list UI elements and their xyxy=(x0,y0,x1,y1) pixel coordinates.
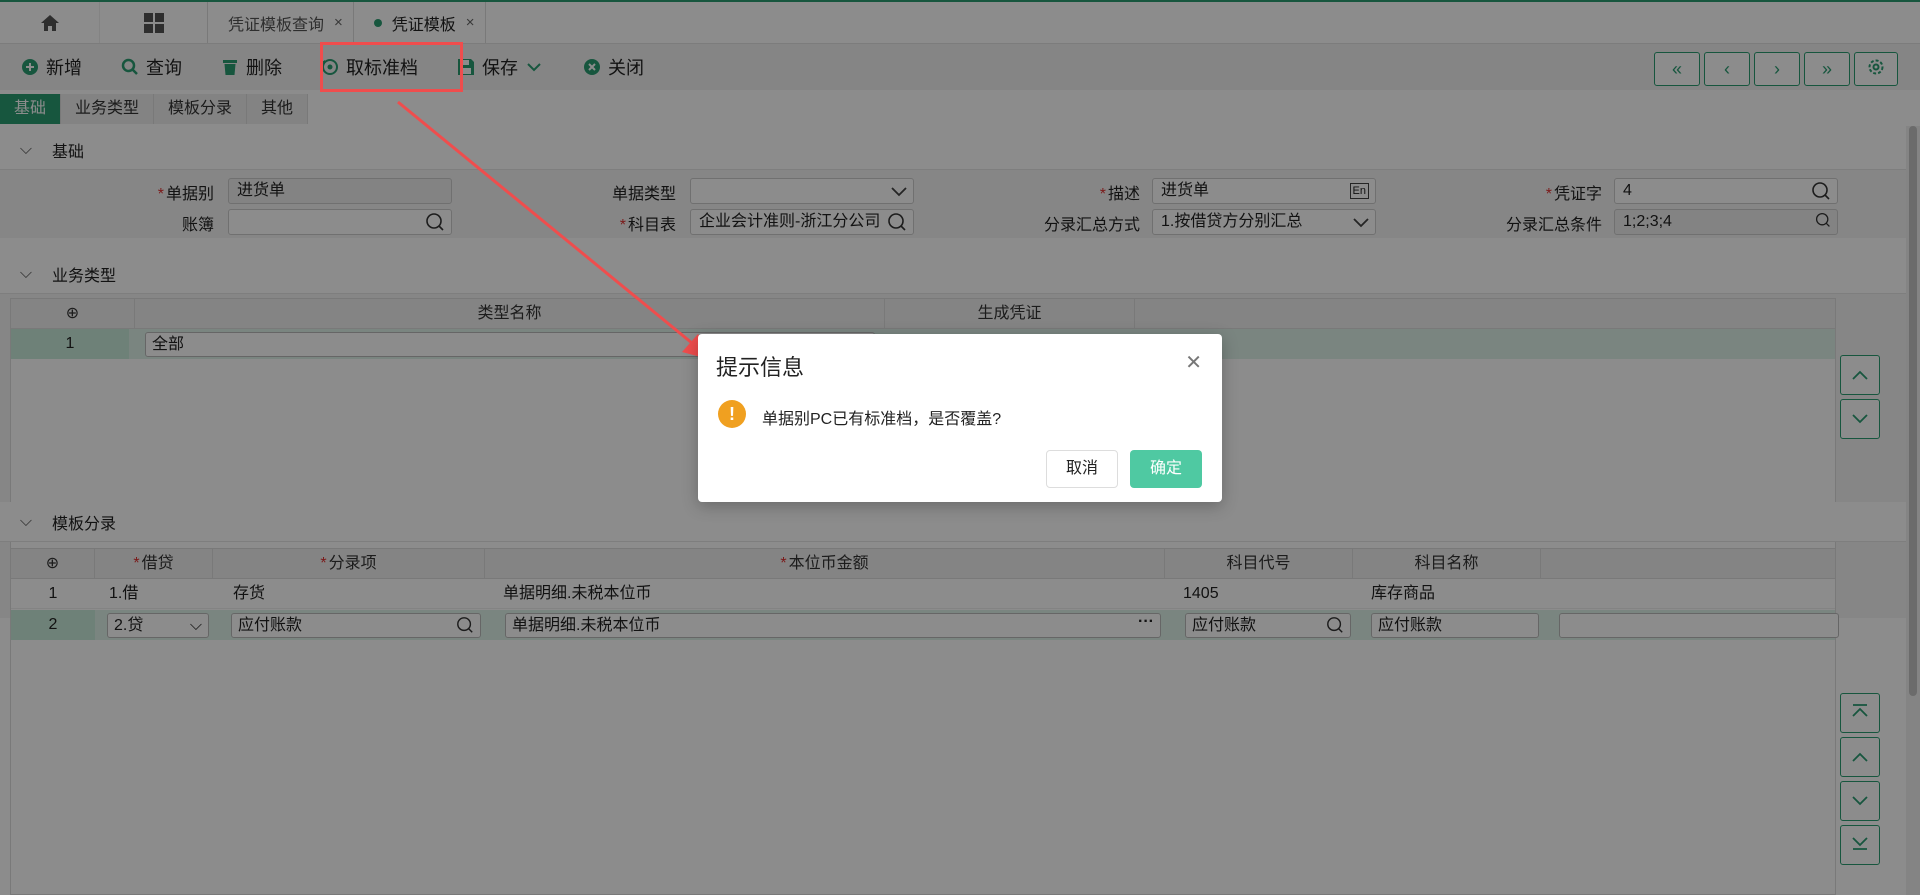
cancel-button[interactable]: 取消 xyxy=(1046,450,1118,488)
highlight-box-overlay xyxy=(320,42,463,92)
confirm-dialog: 提示信息 ✕ ! 单据别PC已有标准档，是否覆盖? 取消 确定 xyxy=(698,334,1222,502)
dialog-message: 单据别PC已有标准档，是否覆盖? xyxy=(762,411,1002,428)
close-icon[interactable]: ✕ xyxy=(1185,350,1202,375)
dialog-title: 提示信息 xyxy=(716,355,805,380)
confirm-button[interactable]: 确定 xyxy=(1130,450,1202,488)
warning-icon: ! xyxy=(718,400,746,428)
